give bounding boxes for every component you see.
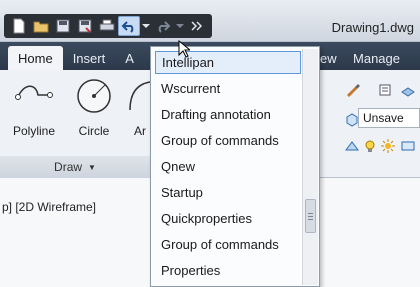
save-icon[interactable] (52, 16, 74, 36)
brush-icon[interactable] (342, 80, 362, 100)
tab-manage[interactable]: Manage (343, 46, 410, 70)
grip-line (308, 219, 313, 220)
grip-line (308, 213, 313, 214)
print-icon[interactable] (96, 16, 118, 36)
arc-tool[interactable]: Ar (124, 76, 150, 138)
tab-insert[interactable]: Insert (63, 46, 116, 70)
menu-item[interactable]: Group of commands (155, 129, 301, 152)
lightbulb-icon[interactable] (360, 136, 380, 156)
circle-label: Circle (78, 124, 110, 138)
arc-icon (124, 76, 150, 116)
polyline-tool[interactable]: Polyline (4, 76, 64, 138)
sun-icon[interactable] (378, 136, 398, 156)
menu-item[interactable]: Drafting annotation (155, 103, 301, 126)
document-title: Drawing1.dwg (331, 20, 414, 35)
menu-item[interactable]: Intellipan (155, 51, 301, 74)
undo-icon[interactable] (118, 16, 140, 36)
redo-icon[interactable] (152, 16, 174, 36)
grip-line (308, 216, 313, 217)
save-as-icon[interactable] (74, 16, 96, 36)
viewport-controls[interactable]: p] [2D Wireframe] (2, 200, 96, 214)
layer-state-field[interactable]: Unsave (358, 108, 420, 128)
quick-access-toolbar (4, 14, 212, 38)
draw-panel-title: Draw (54, 160, 83, 174)
polyline-icon (14, 76, 54, 116)
dropdown-icon[interactable] (174, 16, 186, 36)
layer-states-icon[interactable] (398, 80, 418, 100)
menu-item[interactable]: Wscurrent (155, 77, 301, 100)
more-icon[interactable] (186, 16, 208, 36)
undo-history-menu: Intellipan Wscurrent Drafting annotation… (150, 46, 320, 287)
layer-match-icon[interactable] (342, 136, 362, 156)
tab-annotate[interactable]: A (115, 46, 144, 70)
layer-properties-icon[interactable] (376, 80, 396, 100)
menu-item[interactable]: Quickproperties (155, 207, 301, 230)
title-bar: Drawing1.dwg (0, 0, 420, 42)
mouse-cursor-icon (178, 39, 192, 61)
new-icon[interactable] (8, 16, 30, 36)
chevron-down-icon: ▼ (88, 162, 96, 172)
arc-label: Ar (134, 124, 146, 138)
menu-item[interactable]: Startup (155, 181, 301, 204)
scroll-thumb[interactable] (305, 199, 316, 233)
polyline-label: Polyline (12, 124, 56, 138)
tab-home[interactable]: Home (8, 46, 63, 70)
dropdown-icon[interactable] (140, 16, 152, 36)
menu-item[interactable]: Properties (155, 259, 301, 282)
draw-panel-label[interactable]: Draw ▼ (0, 156, 150, 178)
menu-item[interactable]: Group of commands (155, 233, 301, 256)
circle-icon (74, 76, 114, 116)
menu-scrollbar[interactable] (302, 49, 318, 285)
layer-freeze-icon[interactable] (398, 136, 418, 156)
menu-item[interactable]: Qnew (155, 155, 301, 178)
circle-tool[interactable]: Circle (66, 76, 122, 138)
open-icon[interactable] (30, 16, 52, 36)
